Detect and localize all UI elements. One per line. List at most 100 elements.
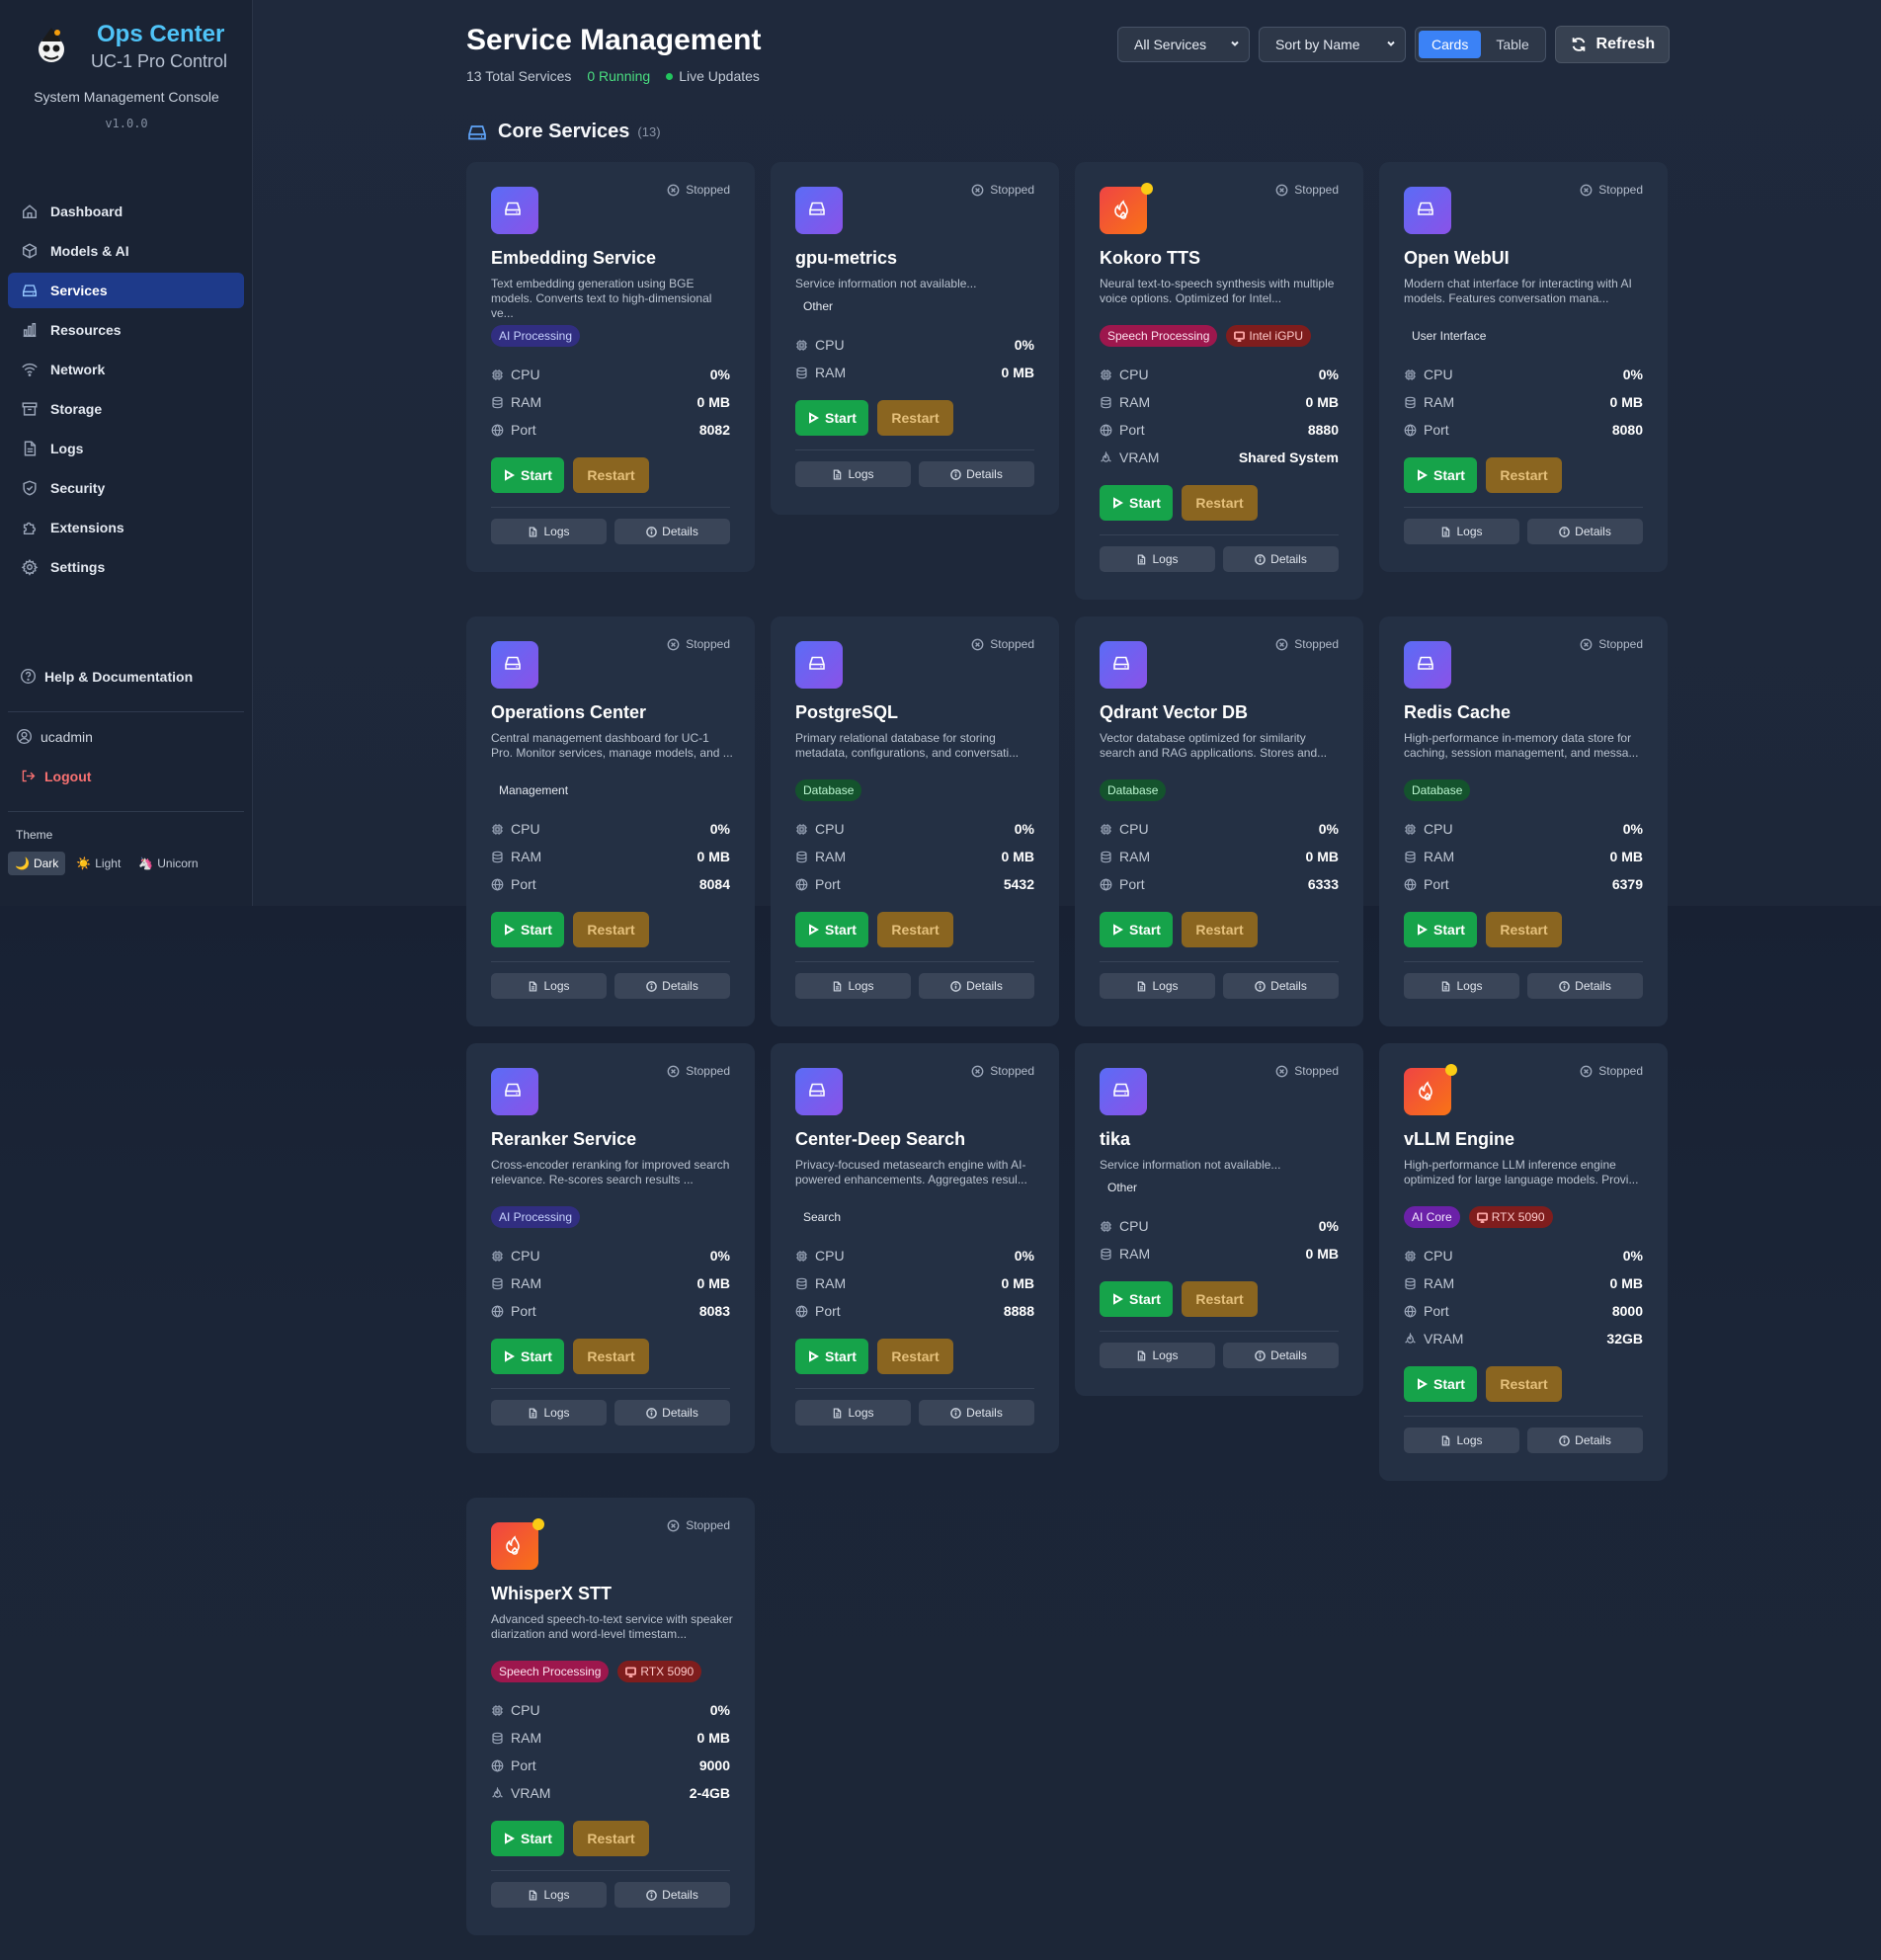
- tag-search: Search: [795, 1206, 849, 1228]
- logs-button[interactable]: Logs: [491, 1400, 607, 1426]
- help-link[interactable]: Help & Documentation: [20, 668, 193, 685]
- user-profile[interactable]: ucadmin: [16, 728, 93, 745]
- sidebar-item-extensions[interactable]: Extensions: [8, 510, 244, 545]
- logs-button[interactable]: Logs: [795, 461, 911, 487]
- details-button[interactable]: Details: [614, 973, 730, 999]
- start-button[interactable]: Start: [491, 912, 564, 947]
- sidebar-item-settings[interactable]: Settings: [8, 549, 244, 585]
- restart-button[interactable]: Restart: [573, 1339, 649, 1374]
- start-button[interactable]: Start: [1404, 912, 1477, 947]
- start-button[interactable]: Start: [491, 1339, 564, 1374]
- logs-button[interactable]: Logs: [795, 973, 911, 999]
- sort-select[interactable]: Sort by Name: [1259, 27, 1406, 62]
- start-button[interactable]: Start: [1404, 1366, 1477, 1402]
- metric-name: VRAM: [511, 1785, 551, 1801]
- tag-label: RTX 5090: [640, 1665, 695, 1678]
- details-button[interactable]: Details: [1223, 546, 1339, 572]
- logs-button[interactable]: Logs: [491, 1882, 607, 1908]
- metric-label: CPU: [1100, 1218, 1149, 1234]
- details-button[interactable]: Details: [919, 461, 1034, 487]
- metric-vram: VRAM Shared System: [1100, 444, 1339, 471]
- start-button[interactable]: Start: [491, 1821, 564, 1856]
- restart-button[interactable]: Restart: [877, 912, 953, 947]
- theme-unicorn-button[interactable]: 🦄 Unicorn: [131, 852, 204, 875]
- start-button[interactable]: Start: [795, 400, 868, 436]
- view-table-button[interactable]: Table: [1483, 31, 1541, 58]
- details-button[interactable]: Details: [614, 1882, 730, 1908]
- metric-name: Port: [511, 422, 536, 438]
- logout-button[interactable]: Logout: [20, 768, 91, 784]
- details-button[interactable]: Details: [919, 1400, 1034, 1426]
- logs-button[interactable]: Logs: [1404, 519, 1519, 544]
- status-label: Stopped: [990, 183, 1034, 197]
- logs-button[interactable]: Logs: [1404, 1428, 1519, 1453]
- metric-label: Port: [1404, 1303, 1449, 1319]
- logs-button[interactable]: Logs: [1100, 1343, 1215, 1368]
- sidebar-item-security[interactable]: Security: [8, 470, 244, 506]
- card-divider: [491, 507, 730, 508]
- action-buttons: Start Restart: [1100, 1281, 1258, 1317]
- logs-button[interactable]: Logs: [1100, 973, 1215, 999]
- filter-select[interactable]: All Services: [1117, 27, 1250, 62]
- sidebar-item-services[interactable]: Services: [8, 273, 244, 308]
- sidebar-item-network[interactable]: Network: [8, 352, 244, 387]
- status-badge: Stopped: [1580, 1064, 1643, 1078]
- details-button[interactable]: Details: [614, 519, 730, 544]
- theme-dark-button[interactable]: 🌙 Dark: [8, 852, 66, 875]
- status-badge: Stopped: [971, 637, 1034, 651]
- start-button[interactable]: Start: [1100, 912, 1173, 947]
- sidebar-item-resources[interactable]: Resources: [8, 312, 244, 348]
- cpu-icon: [796, 823, 807, 835]
- start-button[interactable]: Start: [795, 912, 868, 947]
- restart-button[interactable]: Restart: [1182, 912, 1258, 947]
- details-button[interactable]: Details: [1527, 1428, 1643, 1453]
- details-button[interactable]: Details: [919, 973, 1034, 999]
- details-button[interactable]: Details: [1223, 1343, 1339, 1368]
- vram-icon: [492, 1786, 503, 1798]
- sidebar-item-models-ai[interactable]: Models & AI: [8, 233, 244, 269]
- sidebar-item-logs[interactable]: Logs: [8, 431, 244, 466]
- restart-button[interactable]: Restart: [1486, 1366, 1562, 1402]
- cpu-icon: [1101, 1220, 1111, 1232]
- restart-button[interactable]: Restart: [573, 912, 649, 947]
- refresh-button[interactable]: Refresh: [1554, 26, 1670, 63]
- sidebar-item-dashboard[interactable]: Dashboard: [8, 194, 244, 229]
- restart-button[interactable]: Restart: [1182, 1281, 1258, 1317]
- view-cards-button[interactable]: Cards: [1419, 31, 1482, 58]
- details-button[interactable]: Details: [1527, 973, 1643, 999]
- start-button[interactable]: Start: [1100, 1281, 1173, 1317]
- logs-button[interactable]: Logs: [795, 1400, 911, 1426]
- restart-button[interactable]: Restart: [573, 457, 649, 493]
- restart-button[interactable]: Restart: [1182, 485, 1258, 521]
- cpu-icon: [492, 1250, 503, 1262]
- restart-button[interactable]: Restart: [1486, 457, 1562, 493]
- start-button[interactable]: Start: [795, 1339, 868, 1374]
- details-button[interactable]: Details: [1223, 973, 1339, 999]
- details-button[interactable]: Details: [1527, 519, 1643, 544]
- restart-button[interactable]: Restart: [1486, 912, 1562, 947]
- metric-name: RAM: [1424, 1275, 1455, 1291]
- metric-value-ram: 0 MB: [696, 1730, 730, 1746]
- restart-button[interactable]: Restart: [573, 1821, 649, 1856]
- logs-button[interactable]: Logs: [1404, 973, 1519, 999]
- cpu-icon: [1405, 1250, 1416, 1262]
- logs-button[interactable]: Logs: [491, 519, 607, 544]
- restart-button[interactable]: Restart: [877, 1339, 953, 1374]
- start-button[interactable]: Start: [1404, 457, 1477, 493]
- start-button[interactable]: Start: [491, 457, 564, 493]
- sidebar-item-storage[interactable]: Storage: [8, 391, 244, 427]
- details-button[interactable]: Details: [614, 1400, 730, 1426]
- start-button[interactable]: Start: [1100, 485, 1173, 521]
- log-icon: [530, 1408, 537, 1418]
- theme-light-button[interactable]: ☀️ Light: [69, 852, 127, 875]
- metric-value-cpu: 0%: [1014, 1248, 1034, 1264]
- logs-button[interactable]: Logs: [1100, 546, 1215, 572]
- metric-name: CPU: [815, 821, 845, 837]
- logs-button[interactable]: Logs: [491, 973, 607, 999]
- restart-button[interactable]: Restart: [877, 400, 953, 436]
- metric-label: CPU: [795, 821, 845, 837]
- metrics-list: CPU 0% RAM 0 MB: [795, 331, 1034, 386]
- play-icon: [505, 1350, 516, 1362]
- console-label: System Management Console: [34, 89, 219, 105]
- service-card: Stopped Reranker Service Cross-encoder rer…: [466, 1043, 755, 1453]
